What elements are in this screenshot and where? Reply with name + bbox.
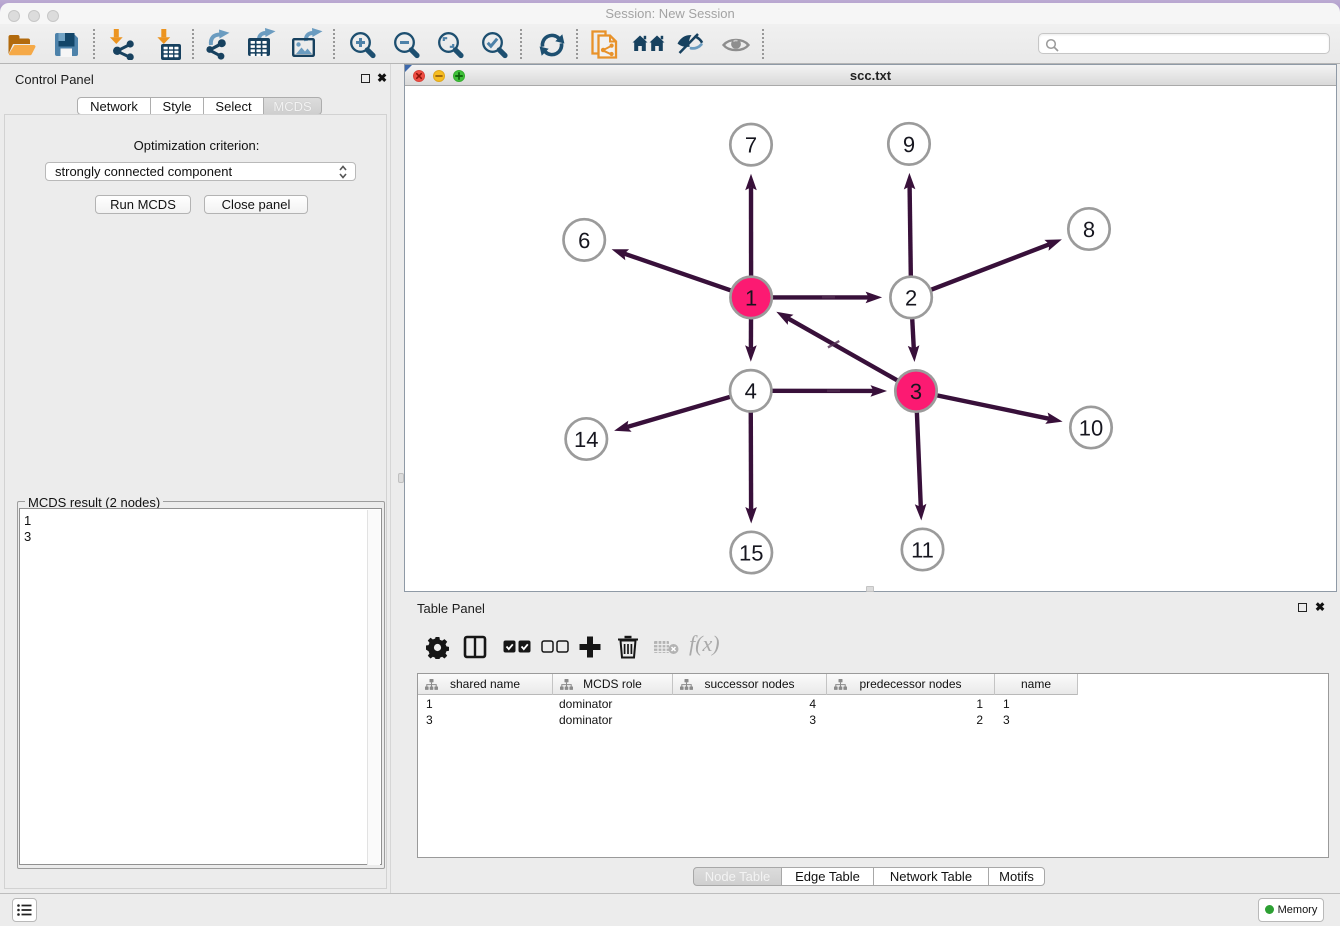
svg-text:6: 6 <box>578 228 590 253</box>
svg-text:7: 7 <box>745 133 757 158</box>
svg-text:3: 3 <box>910 379 922 404</box>
svg-text:14: 14 <box>574 427 598 452</box>
svg-text:10: 10 <box>1079 415 1103 440</box>
svg-text:9: 9 <box>903 132 915 157</box>
svg-text:2: 2 <box>905 285 917 310</box>
svg-text:1: 1 <box>745 285 757 310</box>
svg-text:4: 4 <box>745 379 757 404</box>
svg-text:8: 8 <box>1083 217 1095 242</box>
svg-text:11: 11 <box>911 537 934 562</box>
svg-text:15: 15 <box>739 540 763 565</box>
